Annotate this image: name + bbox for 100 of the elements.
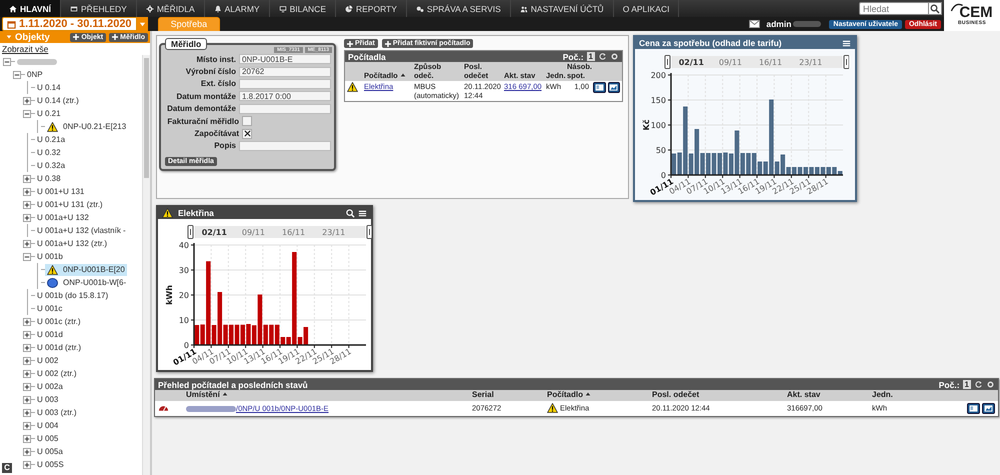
expand-toggle-icon[interactable] (23, 174, 31, 182)
expand-toggle-icon[interactable] (23, 200, 31, 208)
expand-toggle-icon[interactable] (3, 58, 11, 66)
header-cell (155, 390, 183, 400)
tree-item[interactable]: 0NP (25, 68, 45, 80)
tree-item[interactable]: U 001d (ztr.) (35, 342, 84, 354)
input-field[interactable] (239, 140, 331, 151)
tree-item[interactable]: ONP-U001b-W[6- (45, 276, 128, 288)
search-field[interactable]: Hledat (859, 2, 929, 15)
tree-item[interactable]: U 005S (35, 458, 66, 470)
tree-item[interactable]: U 0.21a (35, 134, 68, 146)
input-field[interactable]: 1.8.2017 0:00 (239, 91, 331, 102)
column-header[interactable]: Serial (469, 390, 544, 400)
tree-item[interactable]: 0NP-U001B-E[20 (45, 264, 127, 276)
circle-icon (47, 278, 58, 288)
detail-button[interactable] (967, 402, 980, 414)
chart-button[interactable] (982, 402, 995, 414)
expand-toggle-icon[interactable] (23, 396, 31, 404)
navigator-handle-icon[interactable] (664, 55, 670, 69)
expand-toggle-icon[interactable] (23, 252, 31, 260)
tree-item[interactable]: U 0.21 (35, 108, 63, 120)
corner-button[interactable]: C (2, 463, 12, 473)
tree-item[interactable]: U 0.14 (35, 82, 63, 94)
tree-item[interactable]: U 001c (ztr.) (35, 316, 83, 328)
tree-item[interactable]: U 001b (35, 250, 65, 262)
column-header[interactable]: Akt. stav (784, 390, 869, 400)
expand-toggle-icon[interactable] (23, 408, 31, 416)
tree-item[interactable]: 0NP-U0.21-E[213 (45, 120, 128, 132)
checkbox[interactable] (242, 116, 252, 126)
tree-item[interactable]: U 001a+U 132 (vlastník - (35, 224, 128, 236)
column-header[interactable]: Umístění (183, 390, 469, 400)
tree-item[interactable]: U 005 (35, 432, 60, 444)
input-field[interactable] (239, 78, 331, 89)
card-icon (594, 84, 604, 91)
show-all-link[interactable]: Zobrazit vše (0, 43, 150, 55)
menu-icon[interactable] (358, 208, 367, 218)
tree-item[interactable]: U 002a (35, 380, 65, 392)
chart-button[interactable] (608, 82, 620, 93)
navigator-handle-icon[interactable] (188, 225, 194, 239)
tree-item[interactable]: U 001a+U 132 (35, 212, 91, 224)
tree-item[interactable]: U 0.32a (35, 160, 68, 172)
redacted-text (186, 406, 236, 412)
tree-item[interactable]: U 005a (35, 446, 65, 458)
zoom-icon[interactable] (346, 208, 355, 218)
tree-item[interactable]: U 003 (35, 394, 60, 406)
expand-toggle-icon[interactable] (23, 382, 31, 390)
input-field[interactable]: 0NP-U001B-E (239, 54, 331, 64)
navigator-handle-icon[interactable] (366, 225, 372, 239)
refresh-icon[interactable] (598, 52, 607, 61)
tree-item[interactable]: U 001+U 131 (ztr.) (35, 198, 105, 210)
scrollbar[interactable] (142, 55, 150, 475)
navigator-label: 23/11 (322, 228, 346, 237)
tree-item[interactable]: U 001+U 131 (35, 186, 86, 198)
plus-icon (112, 34, 118, 40)
expand-toggle-icon[interactable] (23, 240, 31, 248)
navigator-handle-icon[interactable] (844, 55, 849, 69)
nav-tab[interactable]: HLAVNÍ (0, 0, 62, 17)
expand-toggle-icon[interactable] (23, 422, 31, 430)
expand-toggle-icon[interactable] (23, 344, 31, 352)
expand-toggle-icon[interactable] (13, 70, 21, 78)
expand-toggle-icon[interactable] (23, 460, 31, 468)
expand-toggle-icon[interactable] (23, 330, 31, 338)
expand-toggle-icon[interactable] (23, 448, 31, 456)
tree-item[interactable]: U 003 (ztr.) (35, 406, 79, 418)
tree-item[interactable]: U 0.32 (35, 146, 63, 158)
tree-item[interactable]: U 001a+U 132 (ztr.) (35, 238, 110, 250)
date-range-picker[interactable]: 1.11.2020 - 30.11.2020 (2, 17, 137, 31)
dropdown-button[interactable] (136, 17, 148, 31)
input-field[interactable]: 20762 (239, 66, 331, 77)
expand-toggle-icon[interactable] (23, 214, 31, 222)
tree-item[interactable]: U 0.14 (ztr.) (35, 94, 81, 106)
navigator-bar[interactable] (671, 56, 843, 68)
tree-item[interactable]: U 001b (do 15.8.17) (35, 290, 110, 302)
tree-item[interactable]: U 001c (35, 302, 64, 314)
user-name[interactable]: admin (766, 19, 792, 29)
tree-item[interactable]: U 0.38 (35, 172, 63, 184)
input-field[interactable] (239, 104, 331, 114)
menu-icon[interactable] (842, 38, 851, 48)
tree-item[interactable]: U 002 (ztr.) (35, 368, 79, 380)
count-value: 1 (962, 380, 971, 389)
axis-tick-label: 30 (178, 266, 189, 275)
detail-button[interactable] (593, 82, 606, 93)
expand-toggle-icon[interactable] (23, 370, 31, 378)
expand-toggle-icon[interactable] (23, 96, 31, 104)
refresh-icon[interactable] (974, 380, 983, 389)
expand-toggle-icon[interactable] (23, 110, 31, 118)
column-header[interactable]: Počítadlo (544, 390, 649, 400)
checkbox[interactable] (242, 128, 252, 139)
expand-toggle-icon[interactable] (23, 188, 31, 196)
column-header[interactable]: Jedn. (869, 390, 949, 400)
search-button[interactable] (929, 2, 942, 15)
column-header[interactable]: Posl. odečet (649, 390, 784, 400)
expand-toggle-icon[interactable] (23, 356, 31, 364)
expand-toggle-icon[interactable] (23, 434, 31, 442)
gauge-icon (158, 403, 169, 413)
navigator-bar[interactable] (194, 226, 366, 238)
tree-item[interactable]: U 001d (35, 328, 65, 340)
tree-item[interactable]: U 004 (35, 420, 60, 432)
tree-item[interactable]: U 002 (35, 354, 60, 366)
expand-toggle-icon[interactable] (23, 318, 31, 326)
